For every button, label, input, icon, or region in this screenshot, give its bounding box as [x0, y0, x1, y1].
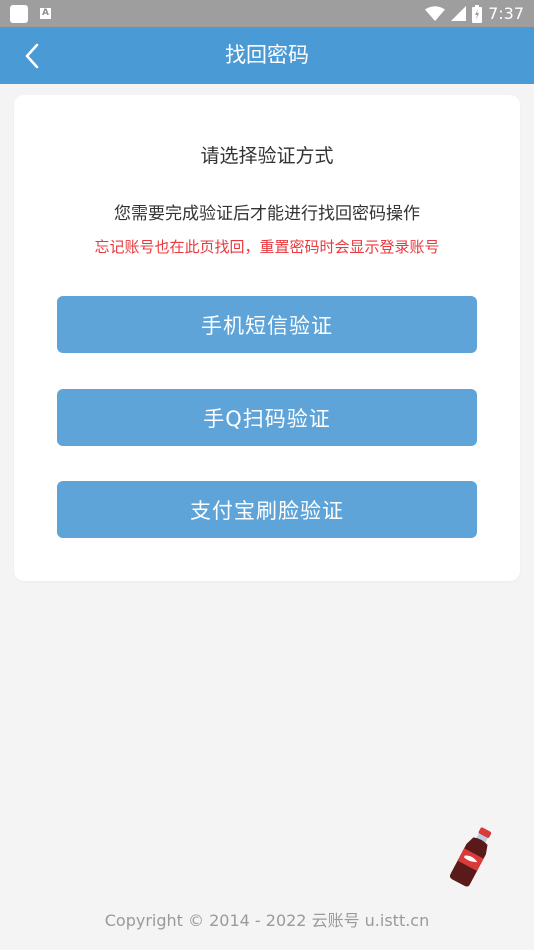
page-title: 找回密码	[225, 43, 309, 67]
card-title: 请选择验证方式	[200, 145, 334, 167]
status-right: 7:37	[425, 0, 524, 27]
alipay-face-verify-button[interactable]: 支付宝刷脸验证	[57, 481, 477, 538]
card-note: 忘记账号也在此页找回，重置密码时会显示登录账号	[94, 238, 440, 256]
footer-copyright: Copyright © 2014 - 2022 云账号 u.istt.cn	[104, 911, 430, 930]
sms-verify-button[interactable]: 手机短信验证	[57, 296, 477, 353]
signal-icon	[451, 6, 467, 21]
qq-scan-verify-button[interactable]: 手Q扫码验证	[57, 389, 477, 446]
notification-square-icon	[10, 5, 28, 23]
back-button[interactable]	[12, 37, 52, 75]
soda-bottle-icon	[449, 827, 492, 887]
verification-card: 请选择验证方式 您需要完成验证后才能进行找回密码操作 忘记账号也在此页找回，重置…	[14, 95, 520, 581]
status-time: 7:37	[488, 4, 524, 23]
wifi-icon	[425, 6, 446, 21]
app-header: 找回密码	[0, 27, 534, 84]
status-bar: A 7:37	[0, 0, 534, 27]
battery-icon	[472, 4, 483, 23]
chevron-left-icon	[25, 43, 39, 69]
card-description: 您需要完成验证后才能进行找回密码操作	[114, 204, 420, 224]
a-notification-icon: A	[40, 8, 51, 19]
